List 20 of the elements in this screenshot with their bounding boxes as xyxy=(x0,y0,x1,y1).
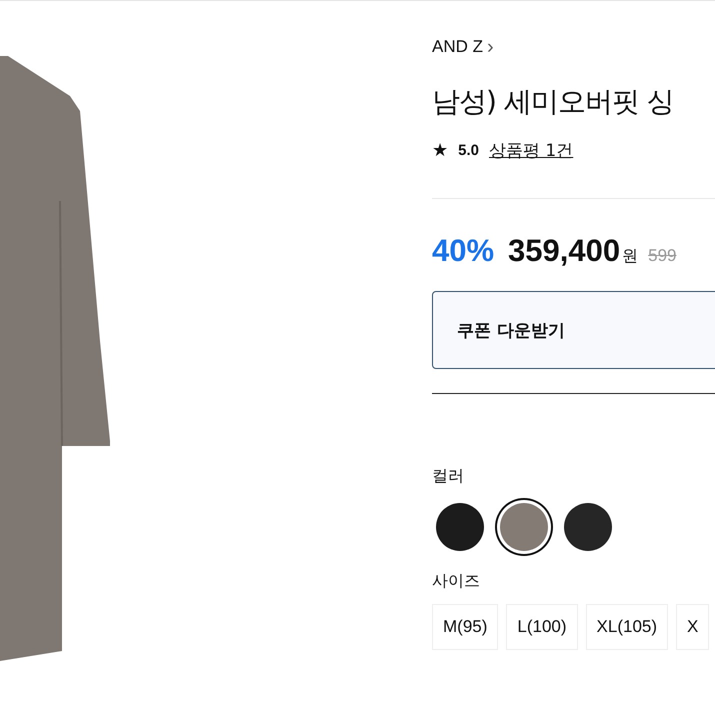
sale-price: 359,400 xyxy=(508,233,620,269)
size-button[interactable]: XL(105) xyxy=(586,604,668,650)
coupon-download-button[interactable]: 쿠폰 다운받기 xyxy=(432,291,715,369)
rating-score: 5.0 xyxy=(458,142,479,159)
option-label: 컬러 xyxy=(432,466,465,487)
reviews-link[interactable]: 상품평 1건 xyxy=(489,139,574,162)
chevron-icon: › xyxy=(487,38,494,56)
star-icon: ★ xyxy=(432,140,448,161)
discount-rate: 40% xyxy=(432,233,494,269)
size-button[interactable]: X xyxy=(676,604,710,650)
color-swatch[interactable] xyxy=(500,503,548,551)
size-button[interactable]: M(95) xyxy=(432,604,498,650)
brand-link[interactable]: AND Z xyxy=(432,37,483,57)
currency-unit: 원 xyxy=(622,247,638,267)
color-swatch[interactable] xyxy=(564,503,612,551)
color-swatch[interactable] xyxy=(436,503,484,551)
original-price: 599 xyxy=(648,246,676,266)
size-button[interactable]: L(100) xyxy=(506,604,578,650)
option-label: 사이즈 xyxy=(432,571,481,592)
product-title: 남성) 세미오버핏 싱 xyxy=(432,84,675,120)
